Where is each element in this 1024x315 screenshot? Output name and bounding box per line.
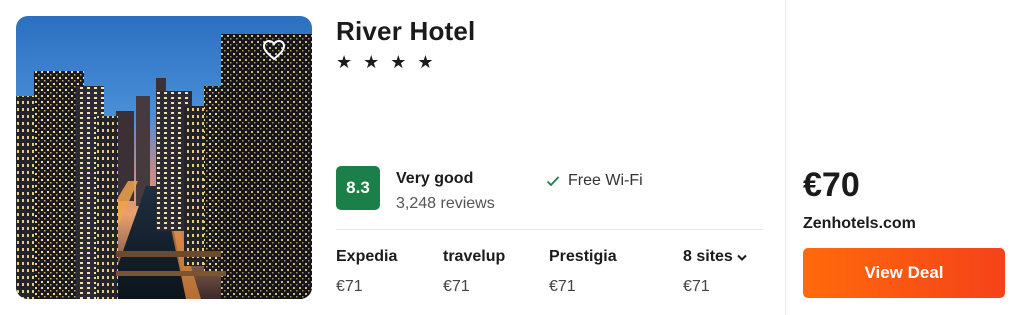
best-price: €70 — [803, 166, 860, 204]
column-divider — [785, 0, 786, 315]
site-offer-expedia[interactable]: Expedia €71 — [336, 248, 397, 296]
site-price: €71 — [549, 278, 576, 295]
site-name: Prestigia — [549, 248, 617, 265]
hotel-photo[interactable] — [16, 16, 312, 299]
best-price-provider: Zenhotels.com — [803, 215, 916, 232]
amenity-label: Free Wi-Fi — [568, 172, 643, 189]
review-score-label: Very good — [396, 170, 474, 187]
review-count[interactable]: 3,248 reviews — [396, 195, 495, 213]
site-offer-prestigia[interactable]: Prestigia €71 — [549, 248, 617, 296]
review-score-badge: 8.3 — [336, 166, 380, 210]
site-offer-travelup[interactable]: travelup €71 — [443, 248, 505, 296]
amenity-free-wifi: Free Wi-Fi — [546, 172, 643, 190]
hotel-result-card: River Hotel ★ ★ ★ ★ 8.3 Very good 3,248 … — [0, 0, 1024, 315]
hotel-name[interactable]: River Hotel — [336, 16, 475, 47]
check-icon — [546, 176, 560, 187]
site-price: €71 — [443, 278, 470, 295]
chevron-down-icon — [737, 254, 747, 261]
site-name: travelup — [443, 248, 506, 265]
heart-outline-icon — [262, 39, 286, 61]
site-name: Expedia — [336, 248, 398, 265]
more-sites-dropdown[interactable]: 8 sites €71 — [683, 248, 747, 296]
site-price: €71 — [336, 278, 363, 295]
favorite-button[interactable] — [260, 36, 288, 64]
view-deal-button[interactable]: View Deal — [803, 248, 1005, 298]
star-rating: ★ ★ ★ ★ — [336, 52, 437, 72]
more-sites-toggle[interactable]: 8 sites — [683, 248, 747, 270]
more-sites-label: 8 sites — [683, 248, 733, 265]
divider — [336, 229, 763, 230]
more-sites-price: €71 — [683, 278, 710, 295]
